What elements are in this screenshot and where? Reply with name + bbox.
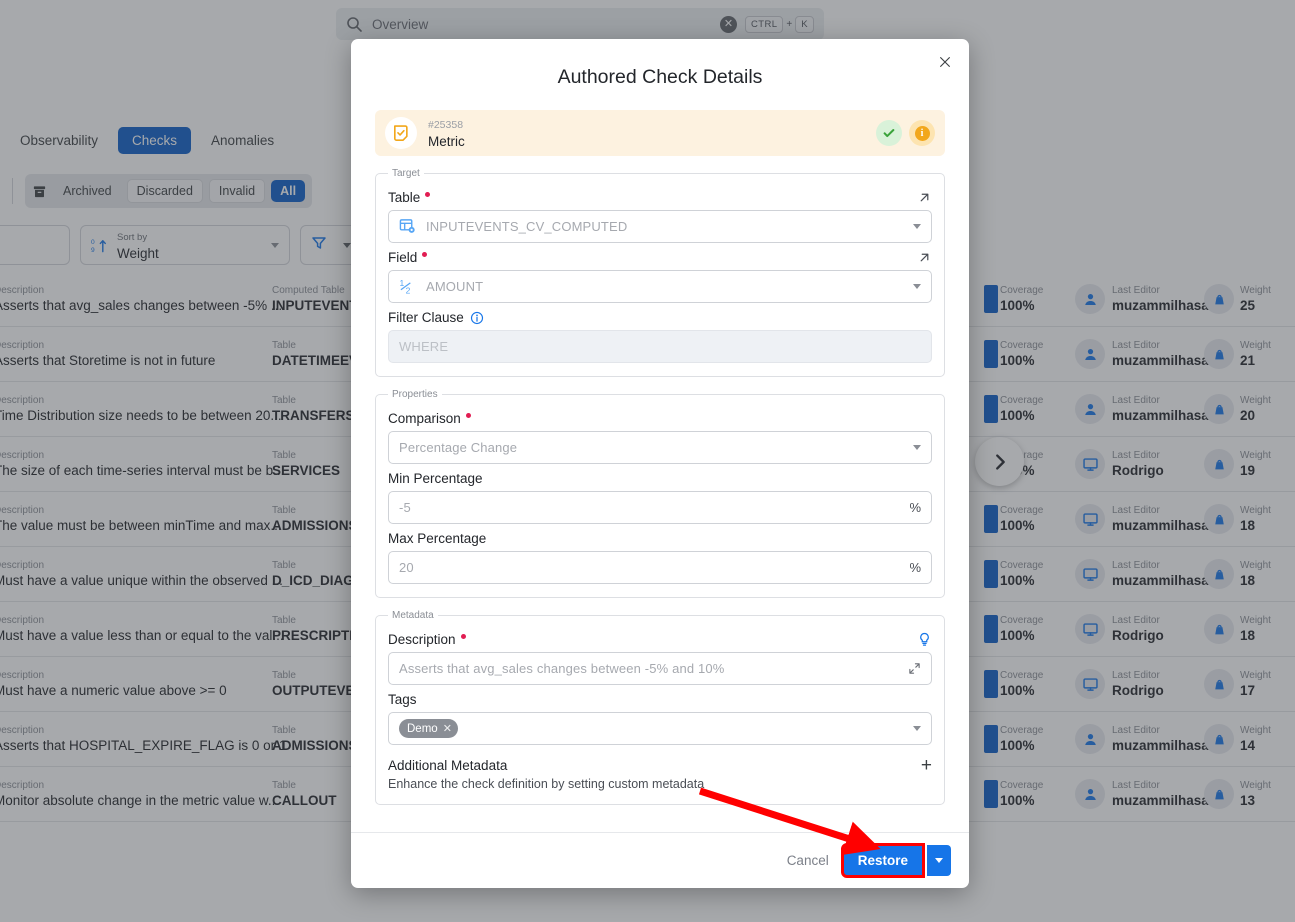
svg-text:1: 1 [399,278,404,288]
required-indicator [425,191,431,197]
chevron-down-icon[interactable] [913,224,921,229]
authored-check-details-dialog: Authored Check Details #25358 Metric i T… [351,39,969,888]
table-settings-icon [399,218,416,235]
description-input[interactable]: Asserts that avg_sales changes between -… [388,652,932,685]
table-label: Table [388,190,421,205]
close-icon[interactable] [934,51,956,73]
description-label-row: Description [388,632,932,647]
svg-text:2: 2 [406,286,411,295]
comparison-label-row: Comparison [388,411,932,426]
max-percentage-label: Max Percentage [388,531,487,546]
check-icon [876,120,902,146]
comparison-select[interactable]: Percentage Change [388,431,932,464]
dialog-title: Authored Check Details [557,66,763,88]
metadata-legend: Metadata [392,610,434,621]
restore-button[interactable]: Restore [840,843,926,878]
required-indicator [422,251,428,257]
percent-suffix: % [909,500,921,515]
tag-chip-label: Demo [407,722,438,735]
min-percentage-label-row: Min Percentage [388,471,932,486]
target-legend: Target [392,168,420,179]
tags-label-row: Tags [388,692,932,707]
required-indicator [465,412,471,418]
tag-chip[interactable]: Demo ✕ [399,719,458,738]
field-label: Field [388,250,418,265]
target-section: Target Table INPUTEVENTS_CV_COMPUTED Fie… [375,168,945,377]
additional-metadata-title: Additional Metadata [388,758,508,773]
max-percentage-value: 20 [399,560,414,575]
field-value: AMOUNT [426,279,484,294]
table-select[interactable]: INPUTEVENTS_CV_COMPUTED [388,210,932,243]
info-glyph: i [914,125,930,141]
comparison-value: Percentage Change [399,440,518,455]
required-indicator [460,633,466,639]
properties-section: Properties Comparison Percentage Change … [375,389,945,598]
additional-metadata-row: Additional Metadata + [388,756,932,775]
lightbulb-icon[interactable] [917,632,932,647]
filter-clause-label: Filter Clause [388,310,464,325]
additional-metadata-subtitle: Enhance the check definition by setting … [388,777,705,791]
info-circle-icon[interactable] [470,311,484,325]
check-summary-banner: #25358 Metric i [375,110,945,156]
info-icon: i [909,120,935,146]
open-external-icon[interactable] [917,250,932,265]
note-check-icon [385,117,417,149]
dialog-footer: Cancel Restore [351,832,969,888]
comparison-label: Comparison [388,411,461,426]
status-badges: i [876,120,935,146]
cancel-button[interactable]: Cancel [773,845,843,876]
percent-suffix: % [909,560,921,575]
fraction-half-icon: 1 2 [399,278,416,296]
max-percentage-input[interactable]: 20 % [388,551,932,584]
check-type: Metric [428,134,465,149]
table-value: INPUTEVENTS_CV_COMPUTED [426,219,628,234]
screen: Overview ✕ CTRL + K Observability Checks… [0,0,1295,922]
table-label-row: Table [388,190,932,205]
field-select[interactable]: 1 2 AMOUNT [388,270,932,303]
min-percentage-value: -5 [399,500,411,515]
filter-clause-placeholder: WHERE [399,339,449,354]
chevron-down-icon [935,858,943,863]
tags-label: Tags [388,692,417,707]
field-label-row: Field [388,250,932,265]
open-external-icon[interactable] [917,190,932,205]
dialog-body: #25358 Metric i Target Table INPUTEVENTS… [351,89,969,817]
plus-icon[interactable]: + [921,756,932,775]
expand-icon[interactable] [908,662,921,675]
filter-clause-input[interactable]: WHERE [388,330,932,363]
min-percentage-input[interactable]: -5 % [388,491,932,524]
chevron-down-icon[interactable] [913,445,921,450]
max-percentage-label-row: Max Percentage [388,531,932,546]
metadata-section: Metadata Description Asserts that avg_sa… [375,610,945,805]
close-icon[interactable]: ✕ [443,722,452,735]
description-value: Asserts that avg_sales changes between -… [399,661,725,676]
min-percentage-label: Min Percentage [388,471,483,486]
restore-dropdown-button[interactable] [927,845,951,876]
description-label: Description [388,632,456,647]
properties-legend: Properties [392,389,438,400]
check-id: #25358 [428,119,464,131]
filter-clause-label-row: Filter Clause [388,310,932,325]
chevron-down-icon[interactable] [913,284,921,289]
tags-select[interactable]: Demo ✕ [388,712,932,745]
chevron-down-icon[interactable] [913,726,921,731]
